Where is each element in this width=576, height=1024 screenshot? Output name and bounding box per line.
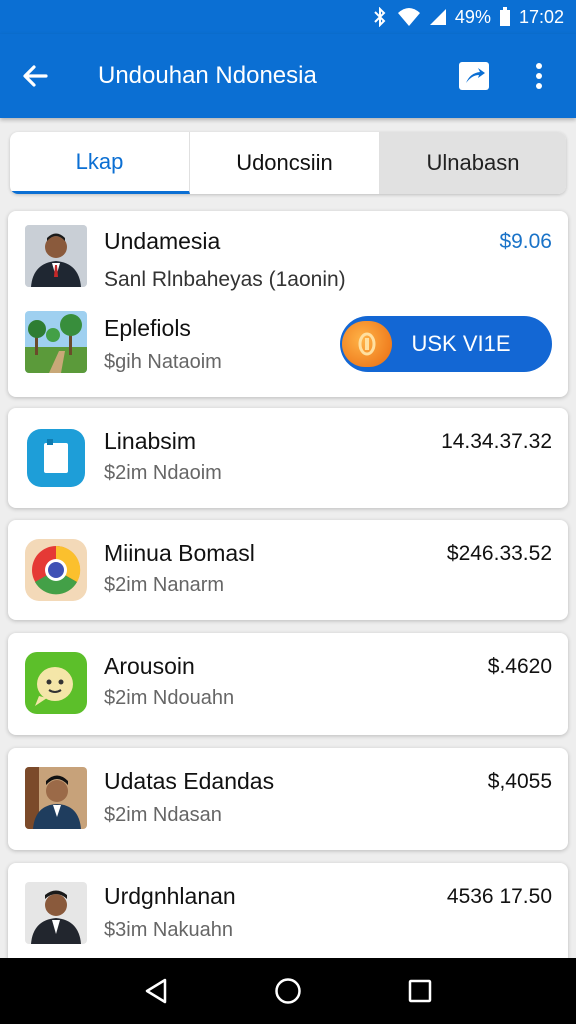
item-amount: $,4055	[487, 770, 552, 793]
page-title: Undouhan Ndonesia	[98, 62, 317, 89]
chrome-app-icon	[25, 539, 87, 601]
circle-home-icon	[275, 978, 301, 1004]
featured-second-sub: $gih Nataoim	[104, 351, 222, 373]
clock: 17:02	[518, 6, 564, 27]
battery-percent: 49%	[454, 6, 491, 27]
item-amount: $246.33.52	[446, 542, 552, 565]
avatar	[25, 767, 87, 829]
coin-icon	[342, 321, 392, 367]
nav-back-button[interactable]	[132, 967, 180, 1015]
list-item[interactable]: Urdgnhlanan $3im Nakuahn 4536 17.50	[8, 863, 568, 965]
bluetooth-icon	[371, 7, 389, 27]
avatar	[25, 225, 87, 287]
item-amount: 4536 17.50	[446, 885, 552, 908]
square-recents-icon	[408, 979, 432, 1003]
item-amount: 14.34.37.32	[441, 430, 552, 453]
tab-bar: Lkap Udoncsiin Ulnabasn	[10, 132, 566, 194]
featured-subtitle: Sanl Rlnbaheyas (1aonin)	[104, 268, 346, 291]
item-sub: $2im Ndasan	[104, 804, 222, 826]
list-item[interactable]: Udatas Edandas $2im Ndasan $,4055	[8, 748, 568, 850]
share-icon	[459, 62, 489, 90]
featured-amount: $9.06	[499, 230, 552, 253]
tab-lkap[interactable]: Lkap	[10, 132, 190, 194]
chat-app-icon	[25, 652, 87, 714]
triangle-back-icon	[145, 978, 167, 1004]
wifi-icon	[397, 7, 421, 27]
battery-icon	[499, 7, 511, 27]
item-name: Arousoin	[104, 653, 195, 679]
nav-home-button[interactable]	[264, 967, 312, 1015]
system-nav-bar	[0, 958, 576, 1024]
item-name: Miinua Bomasl	[104, 540, 255, 566]
item-sub: $2im Nanarm	[104, 574, 225, 596]
tab-ulnabasn[interactable]: Ulnabasn	[380, 132, 566, 194]
more-options-button[interactable]	[524, 56, 554, 96]
more-vert-icon	[536, 63, 542, 89]
item-sub: $2im Ndaoim	[104, 462, 222, 484]
list-item[interactable]: Miinua Bomasl $2im Nanarm $246.33.52	[8, 520, 568, 620]
item-name: Udatas Edandas	[104, 768, 275, 794]
item-sub: $3im Nakuahn	[104, 919, 233, 941]
featured-name: Undamesia	[104, 228, 221, 254]
list-item[interactable]: Arousoin $2im Ndouahn $.4620	[8, 633, 568, 735]
item-name: Urdgnhlanan	[104, 883, 236, 909]
avatar	[25, 882, 87, 944]
tab-udoncsiin[interactable]: Udoncsiin	[190, 132, 380, 194]
signal-icon	[429, 8, 447, 26]
back-button[interactable]	[0, 34, 70, 118]
park-thumbnail	[25, 311, 87, 373]
status-bar: 49% 17:02	[0, 0, 576, 34]
share-button[interactable]	[454, 56, 494, 96]
item-amount: $.4620	[487, 655, 552, 678]
item-sub: $2im Ndouahn	[104, 687, 235, 709]
nav-recents-button[interactable]	[396, 967, 444, 1015]
list-item[interactable]: Linabsim $2im Ndaoim 14.34.37.32	[8, 408, 568, 508]
featured-second-name: Eplefiols	[104, 315, 191, 341]
app-bar: Undouhan Ndonesia	[0, 34, 576, 118]
tablet-app-icon	[25, 427, 87, 489]
arrow-back-icon	[23, 65, 48, 87]
featured-card[interactable]: Undamesia $9.06 Sanl Rlnbaheyas (1aonin)…	[8, 211, 568, 397]
item-name: Linabsim	[104, 428, 197, 454]
